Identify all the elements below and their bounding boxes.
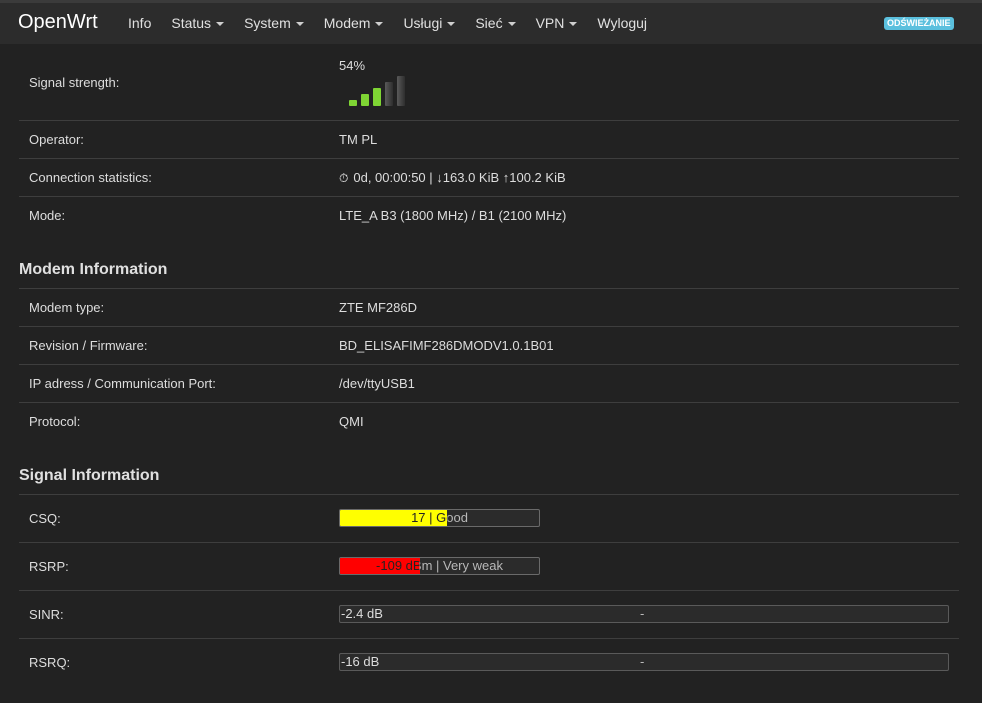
chevron-down-icon bbox=[216, 22, 225, 27]
csq-progress-bar: 17 | Good bbox=[339, 509, 540, 527]
menu-services-label: Usługi bbox=[403, 15, 443, 31]
menu-system-label: System bbox=[244, 15, 291, 31]
port-value: /dev/ttyUSB1 bbox=[339, 376, 415, 391]
protocol-value: QMI bbox=[339, 414, 364, 429]
menu-modem-label: Modem bbox=[323, 15, 371, 31]
signal-bar bbox=[397, 76, 405, 106]
modem-type-value: ZTE MF286D bbox=[339, 300, 418, 315]
menu-status[interactable]: Status bbox=[161, 15, 234, 31]
top-navbar: OpenWrt Info Status System Modem Usługi … bbox=[0, 0, 982, 44]
sinr-quality: - bbox=[640, 606, 645, 621]
signal-strength-value: 54% bbox=[339, 58, 366, 73]
operator-label: Operator: bbox=[29, 132, 84, 147]
row-divider bbox=[19, 288, 959, 289]
signal-bars-icon bbox=[349, 76, 409, 106]
row-divider bbox=[19, 638, 959, 639]
row-divider bbox=[19, 494, 959, 495]
signal-info-title: Signal Information bbox=[19, 467, 160, 484]
menu-logout[interactable]: Wyloguj bbox=[587, 15, 657, 31]
row-divider bbox=[19, 120, 959, 121]
refresh-toggle-badge[interactable]: ODŚWIEŻANIE bbox=[884, 17, 954, 30]
row-divider bbox=[19, 402, 959, 403]
protocol-label: Protocol: bbox=[29, 414, 81, 429]
modem-info-title: Modem Information bbox=[19, 261, 168, 278]
rsrq-quality: - bbox=[640, 654, 645, 669]
signal-bar bbox=[361, 94, 369, 106]
row-divider bbox=[19, 196, 959, 197]
menu-vpn[interactable]: VPN bbox=[526, 15, 588, 31]
chevron-down-icon bbox=[507, 22, 516, 27]
chevron-down-icon bbox=[569, 22, 578, 27]
menu-logout-label: Wyloguj bbox=[597, 15, 648, 31]
rsrp-label: RSRP: bbox=[29, 559, 69, 574]
signal-bar bbox=[349, 100, 357, 106]
chevron-down-icon bbox=[447, 22, 456, 27]
csq-progress-text: 17 | Good bbox=[340, 510, 539, 526]
operator-value: TM PL bbox=[339, 132, 378, 147]
menu-vpn-label: VPN bbox=[535, 15, 565, 31]
csq-label: CSQ: bbox=[29, 511, 61, 526]
rsrp-progress-text: -109 dBm | Very weak bbox=[340, 558, 539, 574]
menu-services[interactable]: Usługi bbox=[393, 15, 465, 31]
modem-type-label: Modem type: bbox=[29, 300, 105, 315]
connection-stats-label: Connection statistics: bbox=[29, 170, 152, 185]
port-label: IP adress / Communication Port: bbox=[29, 376, 216, 391]
menu-network-label: Sieć bbox=[475, 15, 503, 31]
row-divider bbox=[19, 364, 959, 365]
menu-system[interactable]: System bbox=[234, 15, 314, 31]
chevron-down-icon bbox=[295, 22, 304, 27]
firmware-value: BD_ELISAFIMF286DMODV1.0.1B01 bbox=[339, 338, 554, 353]
mode-value: LTE_A B3 (1800 MHz) / B1 (2100 MHz) bbox=[339, 208, 567, 223]
signal-strength-label: Signal strength: bbox=[29, 75, 120, 90]
connection-stats-value: 0d, 00:00:50 | ↓163.0 KiB ↑100.2 KiB bbox=[353, 170, 566, 185]
menu-modem[interactable]: Modem bbox=[314, 15, 394, 31]
signal-bar bbox=[373, 88, 381, 106]
row-divider bbox=[19, 542, 959, 543]
menu-network[interactable]: Sieć bbox=[465, 15, 525, 31]
rsrp-progress-bar: -109 dBm | Very weak bbox=[339, 557, 540, 575]
row-divider bbox=[19, 326, 959, 327]
firmware-label: Revision / Firmware: bbox=[29, 338, 148, 353]
sinr-label: SINR: bbox=[29, 607, 64, 622]
signal-bar bbox=[385, 82, 393, 106]
rsrq-progress-bar: -16 dB - bbox=[339, 653, 949, 671]
rsrq-label: RSRQ: bbox=[29, 655, 71, 670]
row-divider bbox=[19, 158, 959, 159]
rsrq-value: -16 dB bbox=[341, 654, 380, 669]
sinr-progress-bar: -2.4 dB - bbox=[339, 605, 949, 623]
main-menu: Info Status System Modem Usługi Sieć VPN… bbox=[118, 15, 657, 31]
connection-stats: ⏱ 0d, 00:00:50 | ↓163.0 KiB ↑100.2 KiB bbox=[339, 170, 566, 186]
chevron-down-icon bbox=[375, 22, 384, 27]
menu-info[interactable]: Info bbox=[118, 15, 161, 31]
menu-status-label: Status bbox=[171, 15, 212, 31]
mode-label: Mode: bbox=[29, 208, 66, 223]
row-divider bbox=[19, 590, 959, 591]
menu-info-label: Info bbox=[128, 15, 152, 31]
stopwatch-icon: ⏱ bbox=[339, 171, 349, 185]
sinr-value: -2.4 dB bbox=[341, 606, 383, 621]
brand-logo[interactable]: OpenWrt bbox=[18, 11, 98, 34]
